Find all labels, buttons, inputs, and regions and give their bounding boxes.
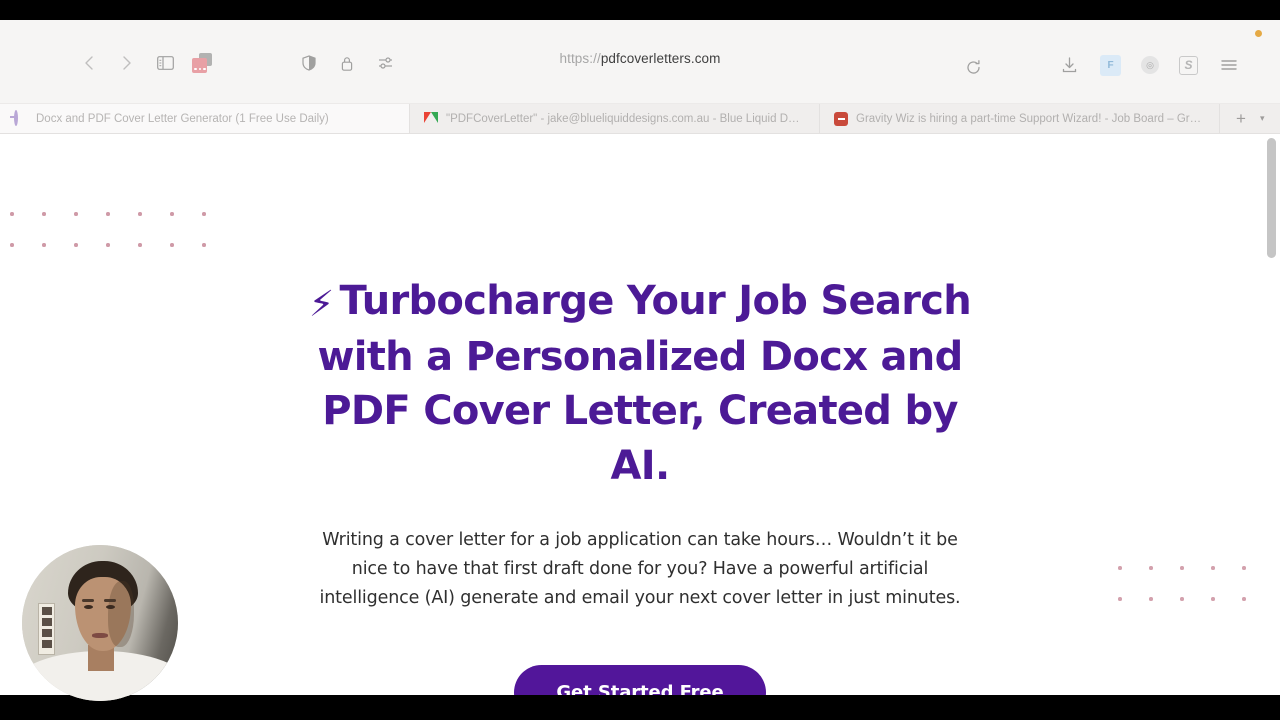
back-icon[interactable] — [78, 52, 100, 74]
cta-group: Get Started Free No credit card required — [0, 664, 1280, 695]
url-host: pdfcoverletters.com — [600, 51, 721, 66]
gravityforms-icon — [834, 111, 848, 126]
browser-window: https://pdfcoverletters.com F ◎ S Docx a… — [0, 20, 1280, 695]
webcam-person-eye-right — [106, 605, 115, 609]
forward-icon[interactable] — [116, 52, 138, 74]
notification-dot — [1255, 30, 1262, 37]
webcam-wall-frame — [38, 603, 55, 655]
page-title: ⚡ Turbocharge Your Job Search with a Pers… — [290, 274, 990, 493]
reload-icon[interactable] — [962, 56, 984, 78]
form-extension-icon[interactable]: F — [1100, 54, 1121, 76]
url-scheme: https:// — [559, 51, 601, 66]
toolbar-left-group — [78, 52, 212, 74]
tab-overview-chevron-down-icon[interactable]: ▾ — [1260, 113, 1265, 124]
pdfcoverletters-icon — [14, 109, 28, 126]
new-tab-button[interactable]: + — [1236, 110, 1246, 127]
get-started-free-button[interactable]: Get Started Free — [514, 664, 766, 695]
s-extension-icon[interactable]: S — [1179, 55, 1198, 75]
page-viewport: ⚡ Turbocharge Your Job Search with a Pers… — [0, 134, 1280, 695]
page-scrollbar-thumb[interactable] — [1267, 138, 1276, 258]
hero-section: ⚡ Turbocharge Your Job Search with a Pers… — [0, 134, 1280, 695]
headline-text: Turbocharge Your Job Search with a Perso… — [317, 278, 972, 489]
webcam-overlay[interactable] — [22, 545, 178, 701]
webcam-face-shadow — [108, 581, 134, 647]
tab-label: "PDFCoverLetter" - jake@blueliquiddesign… — [446, 112, 805, 125]
webcam-person-brow-left — [82, 599, 94, 602]
download-icon[interactable] — [1058, 54, 1080, 76]
sliders-icon[interactable] — [374, 52, 396, 74]
pdf-extension-icon[interactable] — [192, 53, 212, 73]
grammar-extension-icon[interactable]: ◎ — [1141, 56, 1159, 74]
tab-label: Docx and PDF Cover Letter Generator (1 F… — [36, 112, 329, 125]
lock-icon[interactable] — [336, 52, 358, 74]
toolbar-right-group: F ◎ S — [1058, 54, 1240, 76]
letterbox-top — [0, 0, 1280, 20]
tab-gmail[interactable]: "PDFCoverLetter" - jake@blueliquiddesign… — [410, 104, 820, 133]
sidebar-icon[interactable] — [154, 52, 176, 74]
webcam-person-eye-left — [84, 605, 93, 609]
gmail-icon — [424, 112, 438, 126]
shield-icon[interactable] — [298, 52, 320, 74]
tab-label: Gravity Wiz is hiring a part-time Suppor… — [856, 112, 1205, 125]
hero-subcopy: Writing a cover letter for a job applica… — [319, 530, 961, 608]
letterbox-bottom — [0, 695, 1280, 720]
tab-pdfcoverletters[interactable]: Docx and PDF Cover Letter Generator (1 F… — [0, 104, 410, 133]
browser-toolbar: https://pdfcoverletters.com F ◎ S — [0, 20, 1280, 104]
webcam-person-mouth — [92, 633, 108, 638]
toolbar-site-controls — [298, 52, 396, 74]
webcam-person-brow-right — [104, 599, 116, 602]
tab-gravityforms[interactable]: Gravity Wiz is hiring a part-time Suppor… — [820, 104, 1220, 133]
menu-icon[interactable] — [1218, 54, 1240, 76]
lightning-bolt-icon: ⚡ — [308, 284, 334, 325]
tab-strip-actions: + ▾ — [1220, 104, 1280, 133]
tab-strip: Docx and PDF Cover Letter Generator (1 F… — [0, 104, 1280, 134]
